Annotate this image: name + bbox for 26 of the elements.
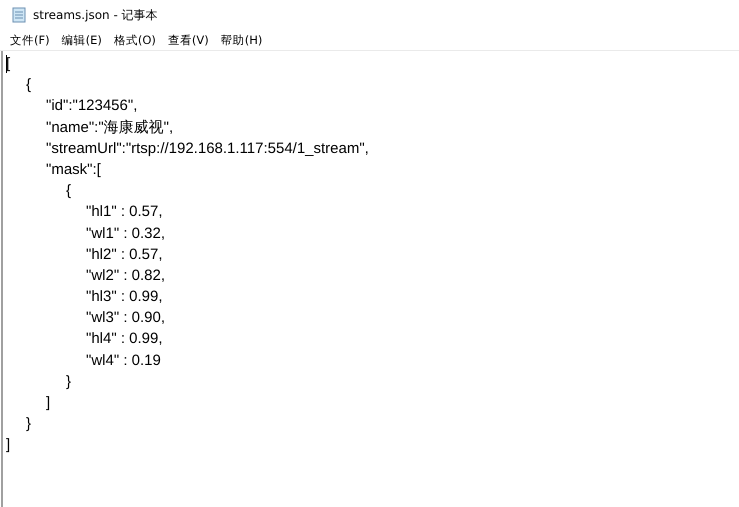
- text-line: "mask":[: [45, 160, 102, 180]
- text-line: "name":"海康威视",: [45, 118, 174, 138]
- text-line: "wl2" : 0.82,: [85, 266, 166, 286]
- text-line: }: [65, 372, 72, 392]
- text-line: [: [6, 54, 12, 74]
- menu-item[interactable]: 编辑(E): [62, 32, 102, 48]
- notepad-icon: [12, 7, 26, 23]
- text-line: "hl1" : 0.57,: [85, 202, 164, 222]
- text-line: ]: [45, 393, 52, 413]
- menu-item[interactable]: 帮助(H): [220, 32, 262, 48]
- text-line: ]: [6, 435, 12, 456]
- menu-item[interactable]: 查看(V): [168, 32, 209, 48]
- text-line: "wl3" : 0.90,: [85, 308, 166, 328]
- text-line: {: [25, 75, 32, 96]
- menu-item[interactable]: 格式(O): [114, 32, 156, 48]
- text-line: "hl3" : 0.99,: [85, 287, 164, 308]
- text-line: "streamUrl":"rtsp://192.168.1.117:554/1_stream",: [45, 138, 370, 159]
- text-line: "hl4" : 0.99,: [85, 329, 164, 350]
- text-line: }: [25, 414, 32, 434]
- window-title: streams.json - 记事本: [33, 6, 158, 24]
- text-line: "hl2" : 0.57,: [85, 244, 164, 265]
- text-line: {: [65, 181, 72, 202]
- text-line: "id":"123456",: [45, 96, 138, 116]
- text-line: "wl1" : 0.32,: [85, 224, 166, 244]
- text-line: "wl4" : 0.19: [85, 350, 162, 371]
- menu-item[interactable]: 文件(F): [10, 32, 50, 48]
